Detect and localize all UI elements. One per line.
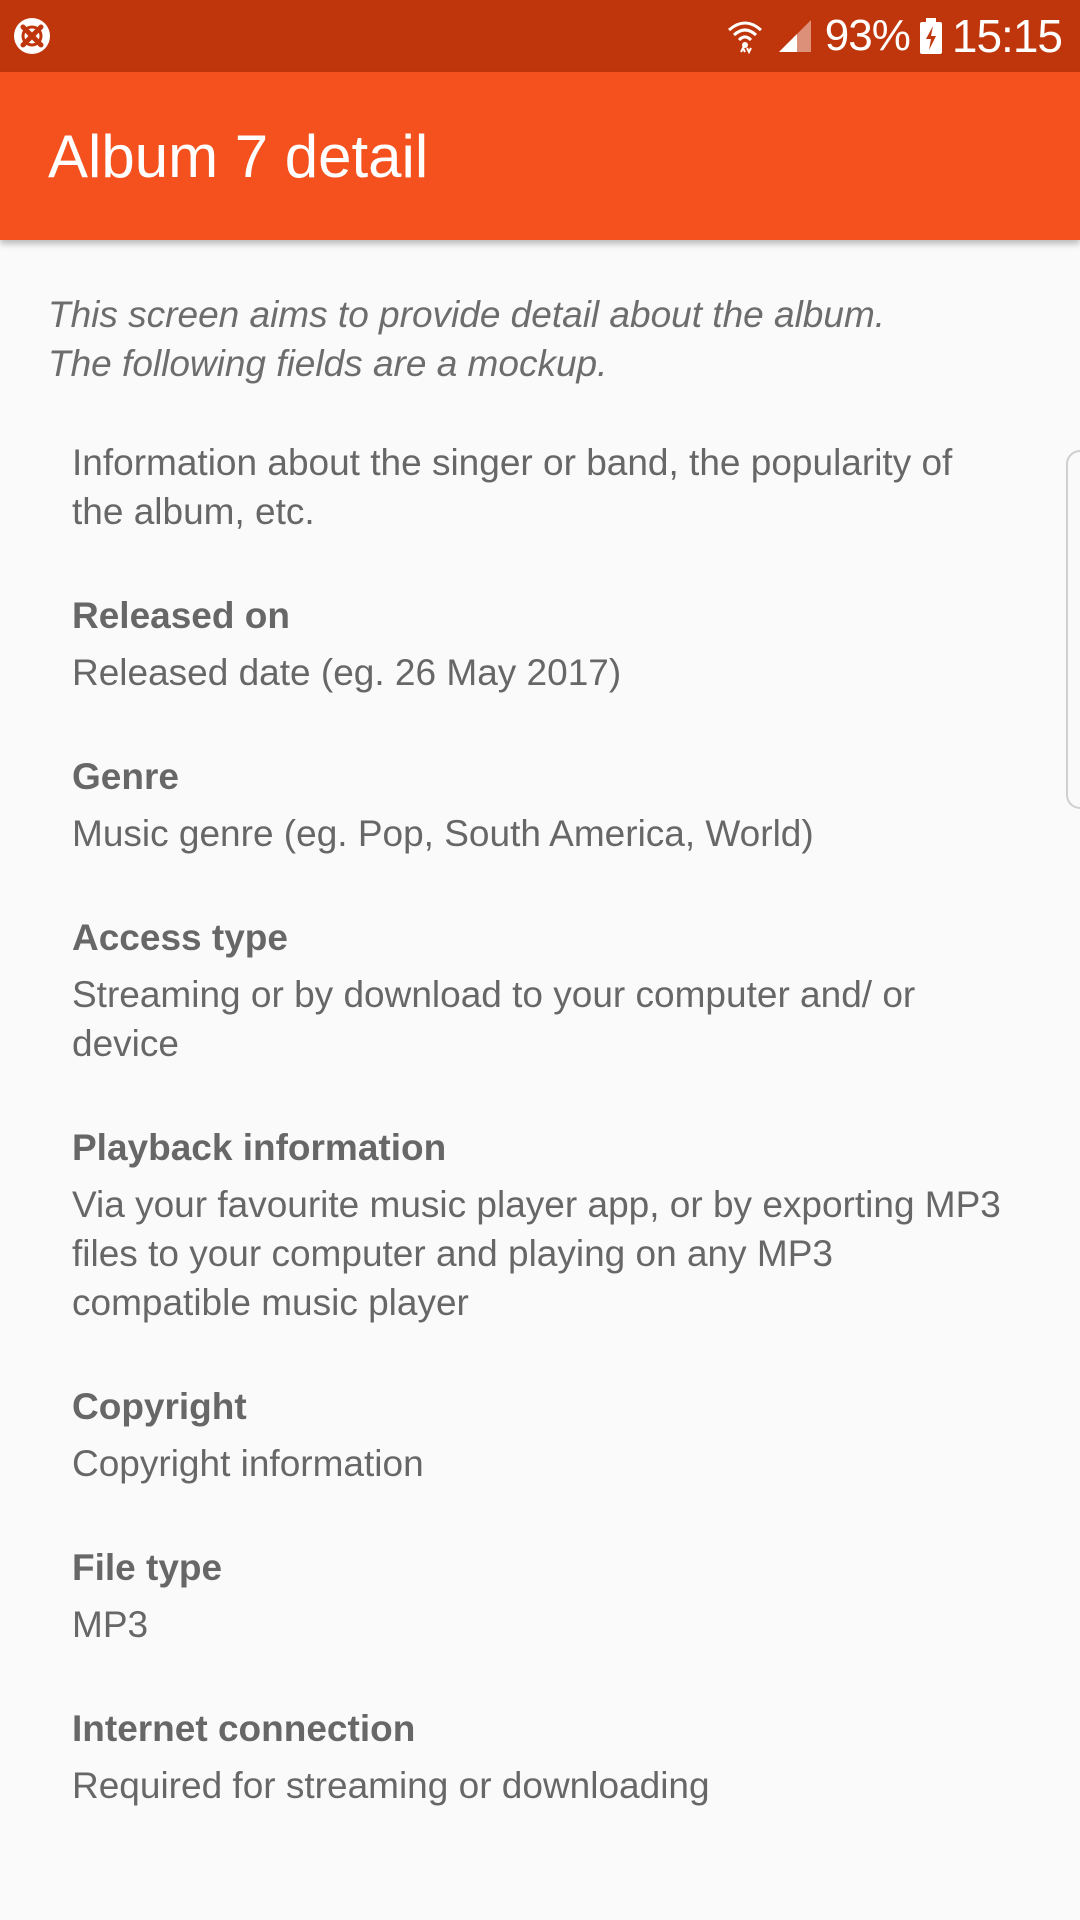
field-copyright: Copyright Copyright information — [72, 1382, 1012, 1488]
battery-charging-icon — [919, 18, 942, 54]
no-sync-icon — [14, 18, 50, 54]
field-label: Playback information — [72, 1127, 447, 1168]
field-value: Released date (eg. 26 May 2017) — [72, 652, 622, 693]
field-value: Via your favourite music player app, or … — [72, 1184, 1001, 1323]
field-genre: Genre Music genre (eg. Pop, South Americ… — [72, 752, 1012, 858]
field-internet-connection: Internet connection Required for streami… — [72, 1704, 1012, 1810]
app-bar: Album 7 detail — [0, 72, 1080, 240]
field-label: Released on — [72, 595, 290, 636]
clock: 15:15 — [951, 10, 1063, 62]
field-access-type: Access type Streaming or by download to … — [72, 913, 1012, 1068]
field-value: Streaming or by download to your compute… — [72, 974, 916, 1064]
field-value: Required for streaming or downloading — [72, 1765, 710, 1806]
page-title: Album 7 detail — [48, 123, 429, 190]
field-value: MP3 — [72, 1604, 149, 1645]
field-label: Copyright — [72, 1386, 247, 1427]
field-list: Information about the singer or band, th… — [72, 438, 1012, 1865]
status-indicators: 93% 15:15 — [725, 0, 1063, 72]
battery-percent: 93% — [824, 11, 911, 60]
field-playback-information: Playback information Via your favourite … — [72, 1123, 1012, 1327]
about-text: Information about the singer or band, th… — [72, 442, 953, 532]
field-released-on: Released on Released date (eg. 26 May 20… — [72, 591, 1012, 697]
field-label: Internet connection — [72, 1708, 416, 1749]
field-file-type: File type MP3 — [72, 1543, 1012, 1649]
scroll-handle[interactable] — [1066, 450, 1080, 809]
signal-icon — [778, 20, 811, 52]
field-label: Genre — [72, 756, 179, 797]
field-label: File type — [72, 1547, 223, 1588]
status-bar: 93% 15:15 — [0, 0, 1080, 72]
field-value: Copyright information — [72, 1443, 424, 1484]
field-label: Access type — [72, 917, 288, 958]
field-value: Music genre (eg. Pop, South America, Wor… — [72, 813, 814, 854]
intro-text: This screen aims to provide detail about… — [48, 294, 886, 384]
wifi-icon — [727, 21, 762, 55]
